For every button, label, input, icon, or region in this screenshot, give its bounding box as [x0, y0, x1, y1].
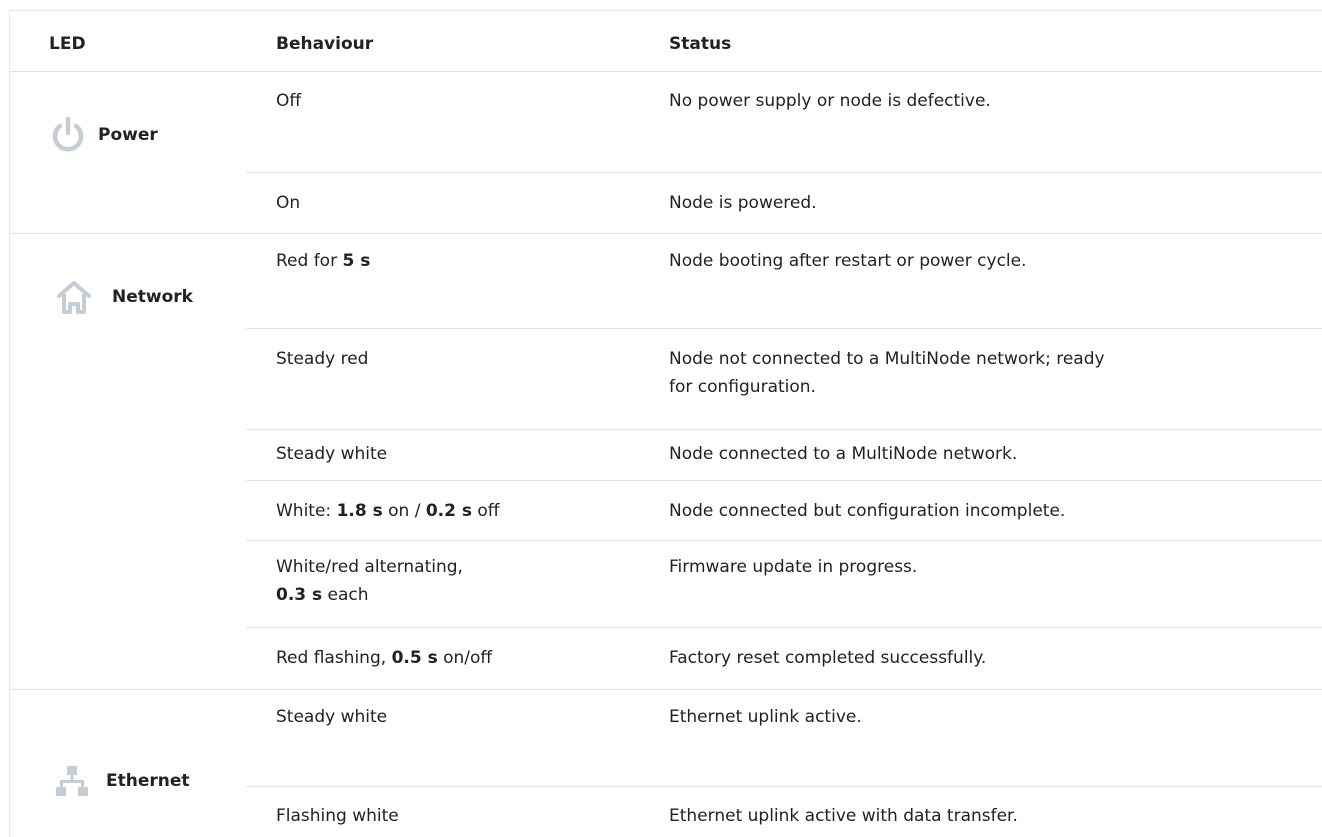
- status-cell: Ethernet uplink active.: [669, 707, 862, 727]
- group-divider: [10, 689, 1322, 690]
- behaviour-cell: On: [276, 193, 301, 213]
- status-cell: Node not connected to a MultiNode networ…: [669, 349, 1105, 397]
- power-icon: [48, 115, 88, 155]
- header-behaviour: Behaviour: [276, 34, 374, 54]
- group-divider: [10, 233, 1322, 234]
- header-status: Status: [669, 34, 732, 54]
- header-divider: [10, 71, 1322, 72]
- behaviour-cell: Red flashing, 0.5 s on/off: [276, 648, 493, 668]
- status-cell: No power supply or node is defective.: [669, 91, 991, 111]
- row-divider: [246, 328, 1322, 329]
- led-group-network: Network: [54, 277, 193, 317]
- led-group-power: Power: [48, 115, 158, 155]
- status-cell: Node connected to a MultiNode network.: [669, 444, 1018, 464]
- row-divider: [246, 429, 1322, 430]
- behaviour-cell: Steady red: [276, 349, 369, 369]
- row-divider: [246, 786, 1322, 787]
- ethernet-icon: [52, 761, 92, 801]
- behaviour-cell: Red for 5 s: [276, 251, 371, 271]
- status-cell: Node booting after restart or power cycl…: [669, 251, 1027, 271]
- header-led: LED: [49, 34, 86, 54]
- led-status-table: LED Behaviour Status Power Network Ether…: [9, 10, 1322, 837]
- led-label-ethernet: Ethernet: [106, 771, 190, 791]
- behaviour-cell: Flashing white: [276, 806, 399, 826]
- behaviour-cell: White: 1.8 s on / 0.2 s off: [276, 501, 500, 521]
- table-header: LED Behaviour Status: [10, 11, 1322, 71]
- network-home-icon: [54, 277, 94, 317]
- led-label-network: Network: [112, 287, 193, 307]
- behaviour-cell: Steady white: [276, 707, 388, 727]
- row-divider: [246, 480, 1322, 481]
- row-divider: [246, 627, 1322, 628]
- led-group-ethernet: Ethernet: [52, 761, 190, 801]
- status-cell: Factory reset completed successfully.: [669, 648, 987, 668]
- behaviour-cell: Off: [276, 91, 302, 111]
- led-label-power: Power: [98, 125, 158, 145]
- behaviour-cell: Steady white: [276, 444, 388, 464]
- behaviour-cell: White/red alternating, 0.3 s each: [276, 557, 463, 605]
- status-cell: Ethernet uplink active with data transfe…: [669, 806, 1018, 826]
- row-divider: [246, 172, 1322, 173]
- status-cell: Node is powered.: [669, 193, 817, 213]
- status-cell: Firmware update in progress.: [669, 557, 918, 577]
- row-divider: [246, 540, 1322, 541]
- status-cell: Node connected but configuration incompl…: [669, 501, 1066, 521]
